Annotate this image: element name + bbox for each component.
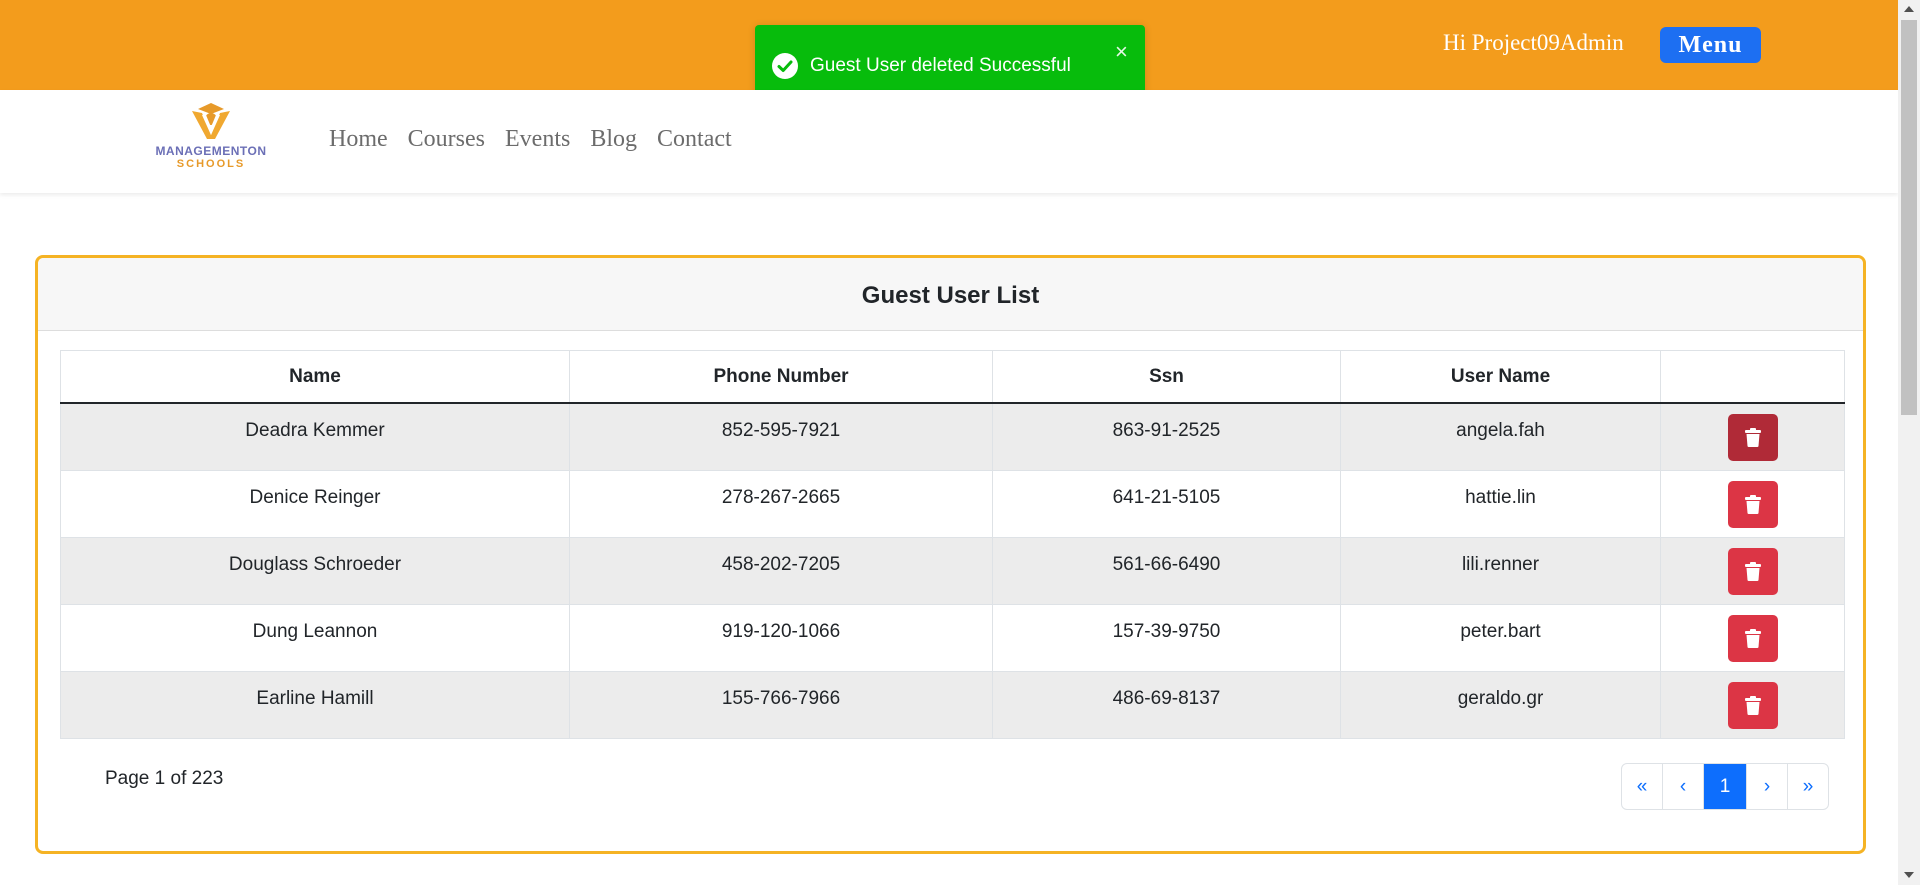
- check-circle-icon: [772, 53, 798, 79]
- cell-phone: 278-267-2665: [569, 469, 993, 538]
- logo-name: MANAGEMENTON: [155, 144, 267, 158]
- nav-blog[interactable]: Blog: [590, 126, 637, 153]
- cell-name: Denice Reinger: [60, 469, 570, 538]
- scroll-up-arrow-icon[interactable]: [1904, 6, 1914, 12]
- graduate-logo-icon: [192, 103, 230, 139]
- menu-button[interactable]: Menu: [1660, 27, 1761, 63]
- cell-actions: [1660, 536, 1845, 605]
- cell-actions: [1660, 469, 1845, 538]
- cell-username: hattie.lin: [1340, 469, 1661, 538]
- page-info: Page 1 of 223: [105, 768, 224, 789]
- delete-button[interactable]: [1727, 614, 1778, 662]
- scroll-down-arrow-icon[interactable]: [1904, 872, 1914, 878]
- next-page-button[interactable]: ›: [1747, 764, 1788, 809]
- trash-icon: [1744, 628, 1761, 648]
- pagination: « ‹ 1 › »: [1621, 763, 1829, 810]
- guest-user-table: Name Phone Number Ssn User Name Deadra K…: [60, 350, 1845, 739]
- logo[interactable]: MANAGEMENTON SCHOOLS: [146, 101, 276, 177]
- main-nav: Home Courses Events Blog Contact: [329, 126, 752, 153]
- nav-home[interactable]: Home: [329, 126, 388, 153]
- current-page-button[interactable]: 1: [1704, 764, 1747, 809]
- column-header-username[interactable]: User Name: [1340, 350, 1661, 404]
- nav-events[interactable]: Events: [505, 126, 570, 153]
- delete-button[interactable]: [1727, 480, 1778, 528]
- cell-name: Earline Hamill: [60, 670, 570, 739]
- page-title: Guest User List: [861, 282, 1040, 309]
- cell-phone: 852-595-7921: [569, 402, 993, 471]
- cell-actions: [1660, 603, 1845, 672]
- nav-contact[interactable]: Contact: [657, 126, 732, 153]
- cell-phone: 458-202-7205: [569, 536, 993, 605]
- table-header-row: Name Phone Number Ssn User Name: [60, 350, 1845, 404]
- table-row: Denice Reinger 278-267-2665 641-21-5105 …: [60, 469, 1845, 538]
- delete-button[interactable]: [1727, 681, 1778, 729]
- trash-icon: [1744, 561, 1761, 581]
- cell-name: Deadra Kemmer: [60, 402, 570, 471]
- prev-page-button[interactable]: ‹: [1663, 764, 1704, 809]
- nav-courses[interactable]: Courses: [408, 126, 485, 153]
- greeting-text: Hi Project09Admin: [1443, 30, 1624, 55]
- cell-username: angela.fah: [1340, 402, 1661, 471]
- cell-name: Dung Leannon: [60, 603, 570, 672]
- table-row: Earline Hamill 155-766-7966 486-69-8137 …: [60, 670, 1845, 739]
- cell-actions: [1660, 402, 1845, 471]
- navbar: MANAGEMENTON SCHOOLS Home Courses Events…: [0, 90, 1898, 193]
- last-page-button[interactable]: »: [1788, 764, 1828, 809]
- logo-subtitle: SCHOOLS: [176, 158, 246, 170]
- column-header-ssn[interactable]: Ssn: [992, 350, 1341, 404]
- trash-icon: [1744, 494, 1761, 514]
- cell-name: Douglass Schroeder: [60, 536, 570, 605]
- card-header: Guest User List: [38, 258, 1863, 331]
- table-row: Deadra Kemmer 852-595-7921 863-91-2525 a…: [60, 402, 1845, 471]
- page-scrollbar[interactable]: [1898, 0, 1920, 885]
- cell-phone: 155-766-7966: [569, 670, 993, 739]
- toast-message: Guest User deleted Successful: [810, 55, 1071, 76]
- cell-username: geraldo.gr: [1340, 670, 1661, 739]
- close-icon[interactable]: ×: [1115, 41, 1128, 63]
- cell-ssn: 561-66-6490: [992, 536, 1341, 605]
- delete-button[interactable]: [1727, 547, 1778, 595]
- first-page-button[interactable]: «: [1622, 764, 1663, 809]
- guest-user-card: Guest User List Name Phone Number Ssn Us…: [35, 255, 1866, 854]
- cell-ssn: 486-69-8137: [992, 670, 1341, 739]
- cell-username: lili.renner: [1340, 536, 1661, 605]
- table-row: Douglass Schroeder 458-202-7205 561-66-6…: [60, 536, 1845, 605]
- cell-ssn: 157-39-9750: [992, 603, 1341, 672]
- cell-phone: 919-120-1066: [569, 603, 993, 672]
- cell-actions: [1660, 670, 1845, 739]
- delete-button[interactable]: [1727, 414, 1778, 461]
- trash-icon: [1744, 428, 1761, 447]
- column-header-actions: [1660, 350, 1845, 404]
- cell-ssn: 641-21-5105: [992, 469, 1341, 538]
- cell-ssn: 863-91-2525: [992, 402, 1341, 471]
- scrollbar-thumb[interactable]: [1901, 20, 1917, 415]
- column-header-name[interactable]: Name: [60, 350, 570, 404]
- table-row: Dung Leannon 919-120-1066 157-39-9750 pe…: [60, 603, 1845, 672]
- trash-icon: [1744, 695, 1761, 715]
- column-header-phone[interactable]: Phone Number: [569, 350, 993, 404]
- cell-username: peter.bart: [1340, 603, 1661, 672]
